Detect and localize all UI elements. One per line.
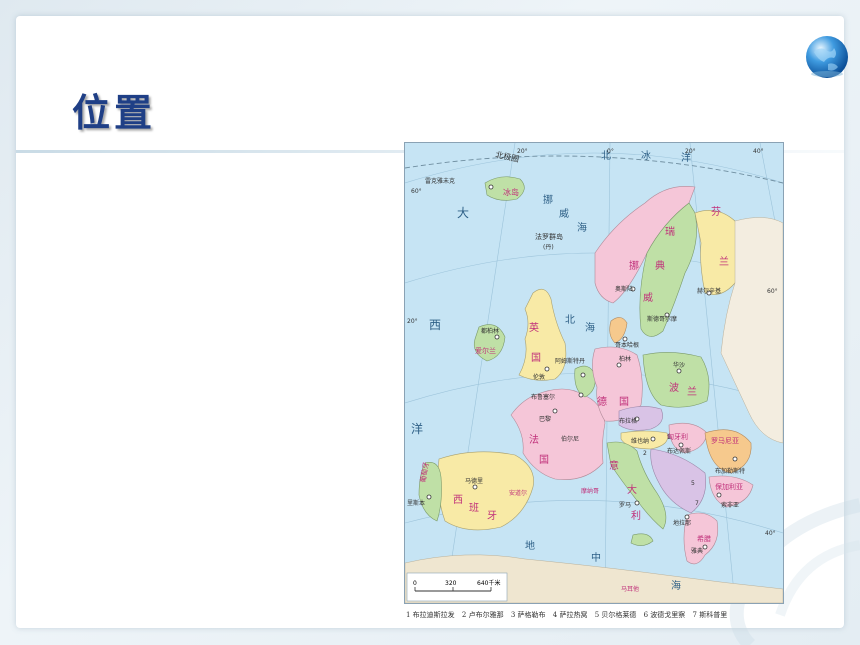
poland-label-2: 兰 <box>687 385 697 398</box>
atlantic-label-3: 洋 <box>411 421 423 436</box>
slide-title: 位置 <box>72 91 157 135</box>
lat-20w-label: 20° <box>407 318 418 325</box>
tirana-label: 地拉那 <box>673 519 691 527</box>
iceland-label: 冰岛 <box>503 187 519 197</box>
europe-political-map: 北极圈 北 冰 洋 大 西 洋 挪 威 海 北 海 地 中 海 冰岛 雷克雅未克… <box>404 142 784 604</box>
finland-label-2: 兰 <box>719 255 729 268</box>
legend-item: 4 萨拉热窝 <box>552 611 588 619</box>
norwegian-sea-label-3: 海 <box>577 221 587 234</box>
copenhagen-label: 哥本哈根 <box>615 341 639 349</box>
warsaw-label: 华沙 <box>673 361 685 369</box>
oslo-label: 奥斯陆 <box>615 285 633 293</box>
mediterranean-label-2: 中 <box>591 551 601 564</box>
stockholm-label: 斯德哥尔摩 <box>647 315 677 323</box>
mediterranean-label-3: 海 <box>671 579 681 592</box>
romania-label: 罗马尼亚 <box>711 437 739 445</box>
north-sea-label-1: 北 <box>565 314 575 326</box>
legend-item: 2 卢布尔雅那 <box>461 611 504 619</box>
scale-end: 640千米 <box>477 579 500 587</box>
bern-label: 伯尔尼 <box>561 435 579 443</box>
lon-0-label: 0° <box>607 148 614 155</box>
uk-label-2: 国 <box>531 352 541 364</box>
legend-item: 6 波德戈里察 <box>643 611 686 619</box>
france-label-2: 国 <box>539 454 549 466</box>
spain-label-1: 西 <box>453 495 463 506</box>
italy-label-2: 大 <box>627 483 637 496</box>
atlantic-label-1: 大 <box>457 206 469 220</box>
spain-label-3: 牙 <box>487 510 497 522</box>
prague-label: 布拉格 <box>619 417 637 425</box>
lat-60e-label: 60° <box>767 288 778 295</box>
norwegian-sea-label-1: 挪 <box>543 193 553 206</box>
lat-60-label: 60° <box>411 188 422 195</box>
faroe-label: 法罗群岛 <box>535 232 563 241</box>
map-number-1: 1 <box>667 434 671 441</box>
legend-item: 3 萨格勒布 <box>510 611 546 619</box>
germany-label-1: 德 <box>597 395 607 408</box>
sweden-label-2: 典 <box>655 259 665 272</box>
scale-mid: 320 <box>445 580 457 587</box>
ireland-label: 爱尔兰 <box>475 346 496 355</box>
legend-item: 1 布拉迪斯拉发 <box>406 611 455 619</box>
france-label-1: 法 <box>529 433 539 446</box>
lisbon-label: 里斯本 <box>407 499 425 507</box>
legend-item: 7 斯科普里 <box>692 611 728 619</box>
spain-label-2: 班 <box>469 502 479 514</box>
lat-40e-label: 40° <box>765 530 776 537</box>
atlantic-label-2: 西 <box>429 318 441 332</box>
athens-label: 雅典 <box>691 547 703 555</box>
london-label: 伦敦 <box>533 373 545 381</box>
germany-label-2: 国 <box>619 396 629 408</box>
scale-bar: 0 320 640千米 <box>406 572 508 602</box>
map-number-5: 5 <box>691 480 695 487</box>
north-sea-label-2: 海 <box>585 321 595 334</box>
map-legend: 1 布拉迪斯拉发 2 卢布尔雅那 3 萨格勒布 4 萨拉热窝 5 贝尔格莱德 6… <box>406 610 806 620</box>
madrid-label: 马德里 <box>465 477 483 485</box>
lon-40e-label: 40° <box>753 148 764 155</box>
greece-label: 希腊 <box>697 534 711 543</box>
vienna-label: 维也纳 <box>631 437 649 445</box>
italy-label-3: 利 <box>631 510 641 522</box>
bucharest-label: 布加勒斯特 <box>715 467 745 475</box>
norway-label-1: 挪 <box>629 259 639 272</box>
mediterranean-label-1: 地 <box>525 539 535 552</box>
monaco-label: 摩纳哥 <box>581 487 599 495</box>
amsterdam-label: 阿姆斯特丹 <box>555 357 585 365</box>
norwegian-sea-label-2: 威 <box>559 207 569 220</box>
lon-20e-label: 20° <box>685 148 696 155</box>
lon-20w-label: 20° <box>517 148 528 155</box>
sofia-label: 索非亚 <box>721 501 739 509</box>
map-number-2: 2 <box>643 450 647 457</box>
norway-label-2: 威 <box>643 291 653 304</box>
malta-label: 马耳他 <box>621 585 639 593</box>
arctic-ocean-label-2: 冰 <box>641 149 651 162</box>
sweden-label-1: 瑞 <box>665 226 675 238</box>
faroe-note-label: (丹) <box>543 244 554 251</box>
map-canvas: 北极圈 北 冰 洋 大 西 洋 挪 威 海 北 海 地 中 海 冰岛 雷克雅未克… <box>405 143 783 603</box>
scale-zero: 0 <box>413 580 417 587</box>
uk-label-1: 英 <box>529 321 539 334</box>
helsinki-label: 赫尔辛基 <box>697 287 721 295</box>
brussels-label: 布鲁塞尔 <box>531 393 555 401</box>
berlin-label: 柏林 <box>619 355 631 363</box>
bulgaria-label: 保加利亚 <box>715 482 743 491</box>
dublin-label: 都柏林 <box>481 327 499 335</box>
paris-label: 巴黎 <box>539 415 551 423</box>
rome-label: 罗马 <box>619 501 631 509</box>
andorra-label: 安道尔 <box>509 489 527 497</box>
italy-label-1: 意 <box>609 459 619 472</box>
poland-label-1: 波 <box>669 381 679 394</box>
globe-icon <box>806 36 848 78</box>
reykjavik-label: 雷克雅未克 <box>425 177 455 185</box>
legend-item: 5 贝尔格莱德 <box>594 611 637 619</box>
map-number-7: 7 <box>695 500 699 507</box>
finland-label-1: 芬 <box>711 206 721 218</box>
budapest-label: 布达佩斯 <box>667 447 691 455</box>
